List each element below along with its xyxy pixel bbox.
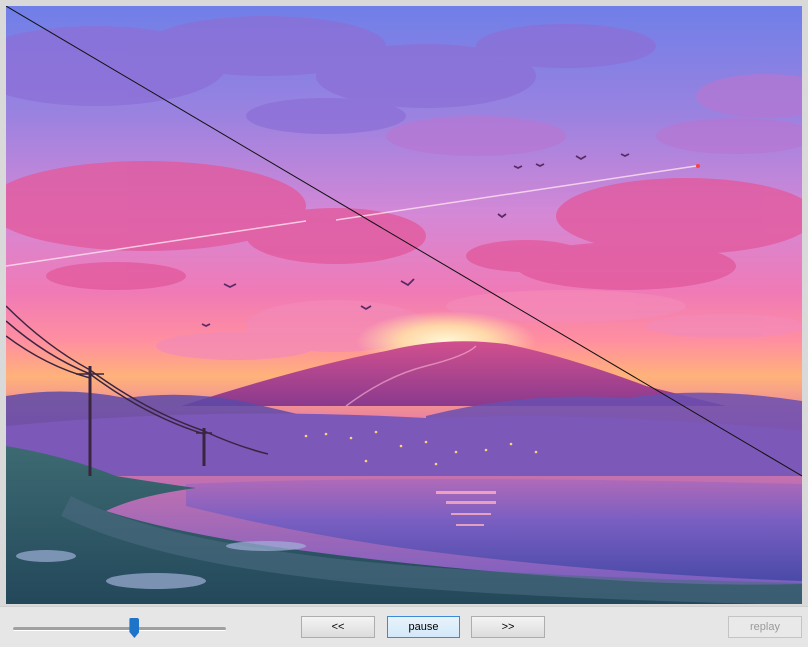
replay-button[interactable]: replay — [728, 616, 802, 638]
previous-frame-button[interactable]: << — [301, 616, 375, 638]
image-viewer — [0, 0, 808, 606]
next-frame-button[interactable]: >> — [471, 616, 545, 638]
sunset-landscape-image — [6, 6, 802, 604]
progress-slider-track[interactable] — [13, 627, 226, 631]
playback-controls: << pause >> replay — [0, 606, 808, 647]
progress-slider-thumb[interactable] — [129, 618, 140, 638]
animation-frame — [6, 6, 802, 604]
pause-button[interactable]: pause — [387, 616, 460, 638]
